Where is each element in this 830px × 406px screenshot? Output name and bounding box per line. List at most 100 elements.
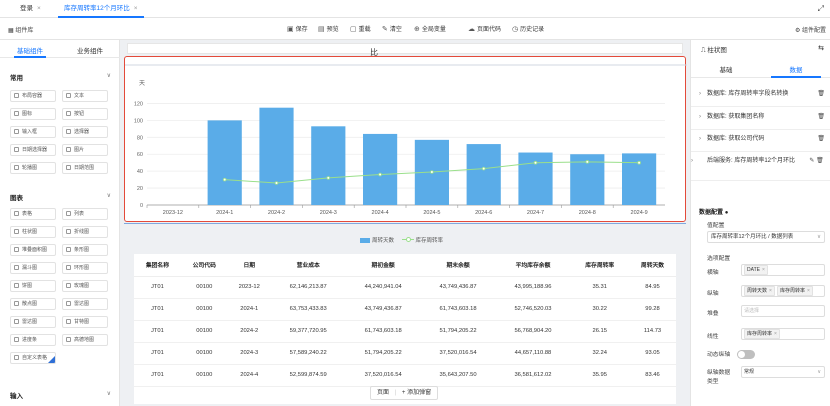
tab-basic-components[interactable]: 基础组件 (0, 45, 60, 55)
component-item[interactable]: 漏斗图 (10, 262, 56, 274)
component-item[interactable]: 选择器 (62, 126, 108, 138)
close-icon[interactable]: × (134, 5, 138, 12)
component-item[interactable]: 日期选择器 (10, 144, 56, 156)
y-type-select[interactable]: 常规 ∨ (741, 366, 825, 378)
close-icon[interactable]: × (774, 331, 777, 337)
legend-label-line[interactable]: 库存周转率 (416, 238, 444, 244)
tab-inventory-turnover[interactable]: 库存周转率12个月环比 × (58, 0, 144, 18)
component-item[interactable]: 进度条 (10, 334, 56, 346)
chevron-down-icon[interactable]: ∨ (107, 192, 111, 199)
edit-delete-icons[interactable]: ✎ 🗑 (809, 157, 825, 165)
active-tab-indicator (771, 76, 821, 78)
tab-business-components[interactable]: 业务组件 (60, 45, 120, 55)
stack-select[interactable]: 请选择 (741, 305, 825, 317)
component-icon (66, 247, 71, 252)
y-axis-field[interactable]: 周转天数 × 库存周转率 × (741, 285, 825, 297)
page-button[interactable]: 页面 (377, 390, 389, 396)
datasource-item[interactable]: › 后端服务: 库存周转率12个月环比 ✎ 🗑 (691, 157, 825, 165)
add-popup-button[interactable]: + 添加弹窗 (402, 390, 431, 396)
tab-basic[interactable]: 基础 (691, 64, 761, 74)
component-item[interactable]: 按钮 (62, 108, 108, 120)
y-tick-label: 60 (137, 152, 143, 158)
component-item[interactable]: 柱状图 (10, 226, 56, 238)
component-item[interactable]: 表格 (10, 208, 56, 220)
fullscreen-icon[interactable]: ⤢ (818, 4, 824, 14)
component-item[interactable]: 堆叠面积图 (10, 244, 56, 256)
table-cell: 84.95 (629, 276, 676, 299)
component-item[interactable]: 列表 (62, 208, 108, 220)
global-variable-button[interactable]: ⊕ 全局变量 (414, 24, 446, 33)
table-row[interactable]: JT01 00100 2024-4 52,599,874.59 37,520,016.5… (134, 364, 676, 387)
datasource-item[interactable]: › 数据库: 获取集团名称 🗑 (699, 113, 825, 121)
history-button[interactable]: ◷ 历史记录 (512, 24, 544, 33)
table-cell: 44,657,110.88 (495, 342, 571, 365)
previous-component[interactable] (127, 43, 683, 54)
dynamic-y-toggle[interactable] (737, 350, 755, 359)
value-config-select[interactable]: 库存周转率12个月环比 / 数据列表 ∨ (707, 231, 825, 243)
reload-button[interactable]: ▢ 重载 (350, 24, 371, 33)
component-item[interactable]: 布局容器 (10, 90, 56, 102)
component-item[interactable]: 玫瑰图 (62, 280, 108, 292)
component-item[interactable]: 条形图 (62, 244, 108, 256)
component-item[interactable]: 雷达图 (10, 316, 56, 328)
chevron-right-icon[interactable]: › (691, 157, 707, 165)
component-item[interactable]: 文本 (62, 90, 108, 102)
trash-icon[interactable]: 🗑 (817, 90, 825, 98)
datasource-item[interactable]: › 数据库: 库存周转率字段名转换 🗑 (699, 90, 825, 98)
trash-icon[interactable]: 🗑 (817, 113, 825, 121)
component-item[interactable]: 环形图 (62, 262, 108, 274)
table-cell: 51,794,205.22 (420, 320, 496, 343)
component-item[interactable]: 高德地图 (62, 334, 108, 346)
component-item[interactable]: 图片 (62, 144, 108, 156)
close-icon[interactable]: × (769, 288, 772, 294)
legend-label-bar[interactable]: 周转天数 (372, 238, 394, 244)
component-item[interactable]: 输入框 (10, 126, 56, 138)
section-input[interactable]: 输入 (10, 390, 23, 400)
tab-login[interactable]: 登录 × (14, 0, 47, 18)
clear-button[interactable]: ✎ 清空 (382, 24, 402, 33)
divider (691, 180, 830, 181)
chevron-right-icon[interactable]: › (699, 90, 707, 98)
datasource-item[interactable]: › 数据库: 获取公司代码 🗑 (699, 135, 825, 143)
table-row[interactable]: JT01 00100 2024-2 59,377,720.95 61,743,603.1… (134, 320, 676, 343)
component-icon (66, 265, 71, 270)
component-item[interactable]: 甘特图 (62, 316, 108, 328)
bar-chart-component[interactable]: 天 0 20 40 60 80 100 120 2023-12 2024-1 2024-2 2024-… (124, 56, 687, 222)
component-icon (14, 247, 19, 252)
save-button[interactable]: ▣ 保存 (287, 24, 308, 33)
close-icon[interactable]: × (762, 267, 765, 273)
table-cell: 35.95 (570, 364, 630, 387)
section-common[interactable]: 常用 (10, 72, 23, 82)
chevron-right-icon[interactable]: › (699, 135, 707, 143)
preview-button[interactable]: ▤ 预览 (318, 24, 339, 33)
table-row[interactable]: JT01 00100 2024-3 57,589,240.22 51,794,205.2… (134, 342, 676, 365)
line-field[interactable]: 库存周转率 × (741, 328, 825, 340)
page-code-button[interactable]: ☁ 页面代码 (468, 24, 501, 33)
table-row[interactable]: JT01 00100 2024-1 63,753,433.83 43,749,436.8… (134, 298, 676, 321)
x-axis-field[interactable]: DATE × (741, 264, 825, 276)
trash-icon[interactable]: 🗑 (817, 135, 825, 143)
component-item[interactable]: 折线图 (62, 226, 108, 238)
close-icon[interactable]: × (807, 288, 810, 294)
component-item[interactable]: 日期范围 (62, 162, 108, 174)
y-tick-label: 120 (134, 101, 143, 107)
component-item[interactable]: 雷达图 (62, 298, 108, 310)
component-item[interactable]: 轮播图 (10, 162, 56, 174)
x-tick-label: 2024-9 (631, 210, 648, 216)
component-item[interactable]: 图标 (10, 108, 56, 120)
section-charts[interactable]: 图表 (10, 192, 23, 202)
close-icon[interactable]: × (37, 5, 41, 12)
chevron-down-icon[interactable]: ∨ (107, 390, 111, 397)
bar-chart: 天 0 20 40 60 80 100 120 2023-12 2024-1 2024-2 2024-… (125, 64, 687, 216)
settings-icon[interactable]: ⇆ (818, 44, 824, 52)
chevron-right-icon[interactable]: › (699, 113, 707, 121)
component-item[interactable]: 散点图 (10, 298, 56, 310)
table-row[interactable]: JT01 00100 2023-12 62,146,213.87 44,240,941.… (134, 276, 676, 299)
info-icon[interactable]: ● (725, 210, 729, 216)
tab-data[interactable]: 数据 (761, 64, 830, 74)
component-item[interactable]: 自定义表格 (10, 352, 56, 364)
table-cell: 00100 (180, 320, 228, 343)
component-item[interactable]: 饼图 (10, 280, 56, 292)
chevron-down-icon[interactable]: ∨ (107, 72, 111, 79)
table-cell: 43,749,436.87 (420, 276, 496, 299)
